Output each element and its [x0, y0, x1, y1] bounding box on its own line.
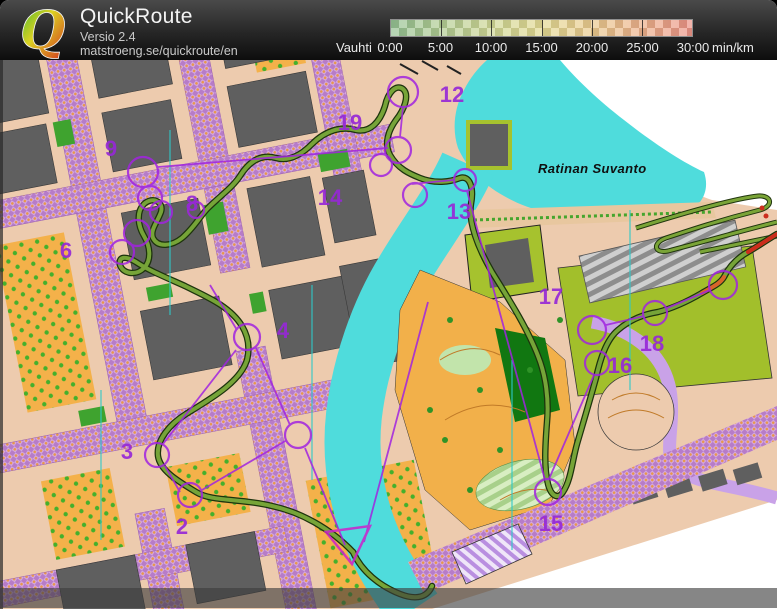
control-number: 18 [640, 333, 664, 355]
svg-text:Q: Q [20, 1, 65, 59]
control-number: 12 [440, 84, 464, 106]
legend-tick-label: 25:00 [626, 40, 659, 55]
control-number: 6 [60, 240, 72, 262]
bottom-shade [0, 588, 777, 608]
map-left-edge [0, 60, 3, 609]
legend-unit: min/km [712, 40, 754, 55]
control-number: 19 [338, 112, 362, 134]
shore-building [468, 122, 510, 168]
control-number: 16 [608, 355, 632, 377]
quickroute-logo-icon: Q [14, 1, 72, 59]
legend-bar-tick [441, 20, 442, 36]
water-label: Ratinan Suvanto [538, 161, 647, 176]
app-website: matstroeng.se/quickroute/en [80, 44, 238, 58]
legend-bar-tick [542, 20, 543, 36]
stage-building [485, 238, 534, 288]
legend-tick-label: 5:00 [428, 40, 453, 55]
legend-tick-label: 0:00 [377, 40, 402, 55]
pace-gradient-bar [390, 19, 693, 37]
app-logo: Q [14, 1, 72, 59]
header-bar: Q QuickRoute Versio 2.4 matstroeng.se/qu… [0, 0, 777, 60]
control-number: 9 [105, 138, 117, 160]
app-title: QuickRoute [80, 5, 193, 29]
control-number: 14 [318, 187, 342, 209]
plaza [598, 374, 674, 450]
legend-bar-tick [592, 20, 593, 36]
control-number: 8 [186, 193, 198, 215]
control-number: 17 [539, 286, 563, 308]
legend-bar-tick [491, 20, 492, 36]
legend-tick-label: 20:00 [576, 40, 609, 55]
legend-tick-label: 10:00 [475, 40, 508, 55]
quickroute-window: Q QuickRoute Versio 2.4 matstroeng.se/qu… [0, 0, 777, 609]
legend-tick-labels: 0:005:0010:0015:0020:0025:0030:00 [390, 40, 693, 56]
legend-tick-label: 30:00 [677, 40, 710, 55]
control-number: 2 [176, 516, 188, 538]
legend-bar-tick [642, 20, 643, 36]
control-number: 3 [121, 441, 133, 463]
legend-tick-label: 15:00 [525, 40, 558, 55]
control-number: 15 [539, 513, 563, 535]
legend-label: Vauhti [336, 40, 372, 55]
app-version: Versio 2.4 [80, 30, 136, 44]
control-number: 4 [277, 320, 289, 342]
control-number: 13 [447, 201, 471, 223]
